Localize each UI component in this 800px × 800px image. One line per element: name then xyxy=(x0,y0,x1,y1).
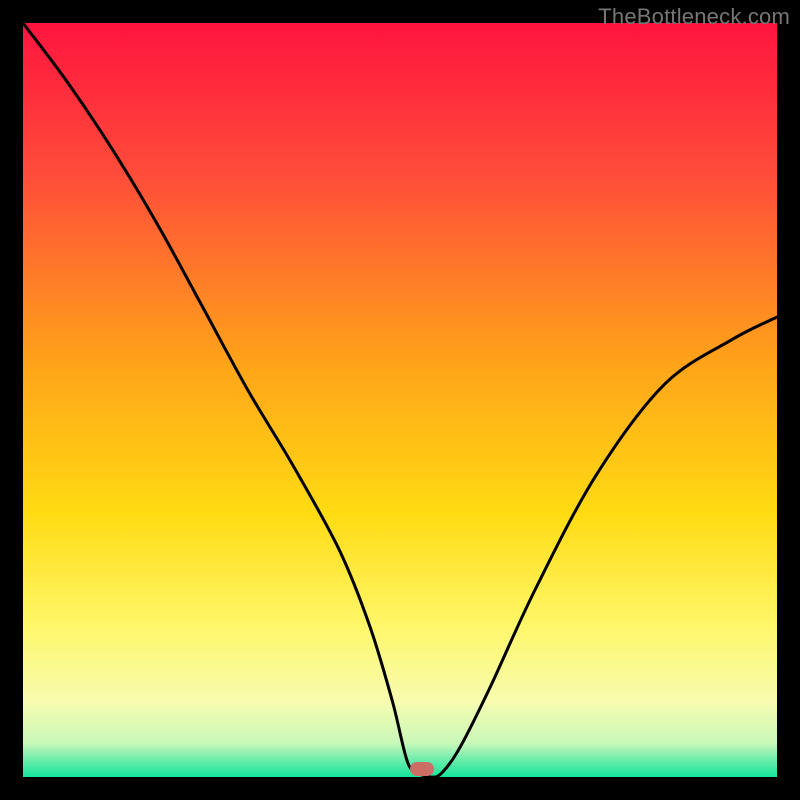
plot-area xyxy=(23,23,777,777)
gradient-background xyxy=(23,23,777,777)
watermark-text: TheBottleneck.com xyxy=(598,4,790,30)
chart-svg xyxy=(23,23,777,777)
chart-frame: TheBottleneck.com xyxy=(0,0,800,800)
bottleneck-marker xyxy=(410,762,434,776)
